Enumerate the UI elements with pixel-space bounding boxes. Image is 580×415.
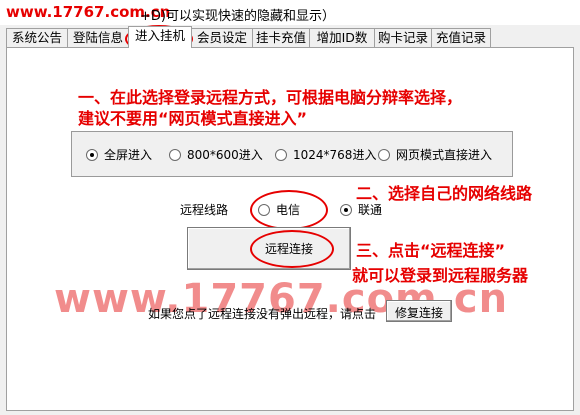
repair-connect-label: 修复连接 xyxy=(395,306,444,320)
login-mode-group: 全屏进入 800*600进入 1024*768进入 网页模式直接进入 xyxy=(71,131,513,177)
line-select-label: 远程线路 xyxy=(180,203,229,217)
radio-indicator xyxy=(340,203,352,216)
radio-indicator xyxy=(258,203,270,216)
annotation-step2: 二、选择自己的网络线路 xyxy=(356,184,533,203)
radio-indicator xyxy=(169,148,181,161)
radio-telecom[interactable]: 电信 xyxy=(258,201,300,218)
radio-indicator xyxy=(86,148,98,161)
radio-label: 全屏进入 xyxy=(104,148,153,162)
radio-unicom[interactable]: 联通 xyxy=(340,201,382,218)
remote-connect-label: 远程连接 xyxy=(265,242,314,256)
radio-web-mode[interactable]: 网页模式直接进入 xyxy=(378,146,492,163)
radio-label: 网页模式直接进入 xyxy=(396,148,493,162)
annotation-step1-line2: 建议不要用“网页模式直接进入” xyxy=(78,109,308,128)
radio-label: 1024*768进入 xyxy=(293,148,377,162)
tab-card-recharge[interactable]: 挂卡充值 xyxy=(252,28,310,47)
remote-connect-button[interactable]: 远程连接 xyxy=(187,227,351,270)
annotation-step3-line1: 三、点击“远程连接” xyxy=(356,241,506,260)
radio-indicator xyxy=(275,148,287,161)
tab-member-settings[interactable]: 会员设定 xyxy=(191,28,253,47)
radio-fullscreen[interactable]: 全屏进入 xyxy=(86,146,152,163)
radio-800x600[interactable]: 800*600进入 xyxy=(169,146,263,163)
tab-purchase-records[interactable]: 购卡记录 xyxy=(374,28,432,47)
tab-add-id[interactable]: 增加ID数 xyxy=(309,28,375,47)
repair-hint: 如果您点了远程连接没有弹出远程，请点击 xyxy=(148,307,377,321)
tab-system-notice[interactable]: 系统公告 xyxy=(6,28,68,47)
tab-login-info[interactable]: 登陆信息 xyxy=(67,28,129,47)
tab-enter-hangup[interactable]: 进入挂机 xyxy=(128,26,192,48)
radio-label: 联通 xyxy=(358,203,383,217)
radio-indicator xyxy=(378,148,390,161)
tab-recharge-records[interactable]: 充值记录 xyxy=(431,28,491,47)
radio-label: 电信 xyxy=(276,203,301,217)
title-bar: www.17767.com.cn +D)可以实现快速的隐藏和显示） xyxy=(0,0,580,25)
window-title: +D)可以实现快速的隐藏和显示） xyxy=(140,9,335,24)
repair-connect-button[interactable]: 修复连接 xyxy=(386,300,452,322)
radio-1024x768[interactable]: 1024*768进入 xyxy=(275,146,376,163)
radio-label: 800*600进入 xyxy=(187,148,263,162)
tab-strip: 系统公告 登陆信息 进入挂机 会员设定 挂卡充值 增加ID数 购卡记录 充值记录 xyxy=(6,26,576,48)
